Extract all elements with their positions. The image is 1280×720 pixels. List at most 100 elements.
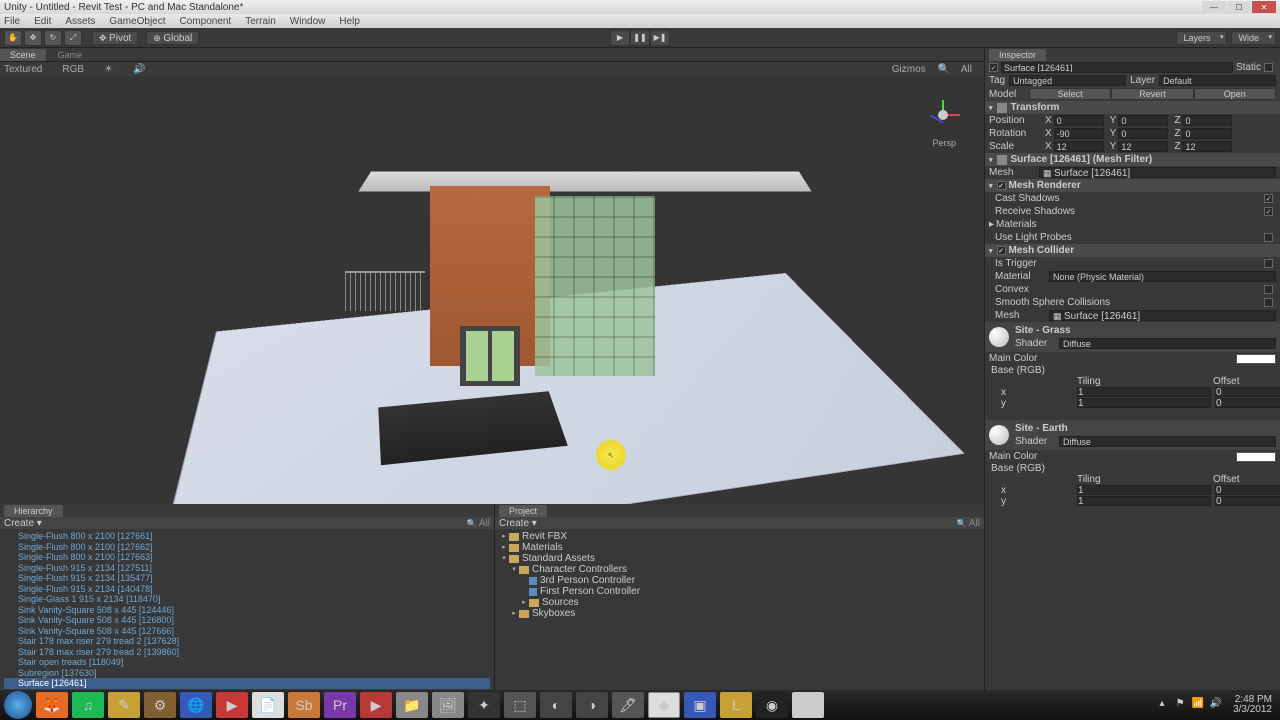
close-button[interactable]: ✕ xyxy=(1252,1,1276,13)
tiling-x-field[interactable] xyxy=(1077,485,1211,495)
app-icon[interactable]: 📄 xyxy=(252,692,284,718)
tiling-y-field[interactable] xyxy=(1077,496,1211,506)
play-button[interactable]: ▶ xyxy=(610,30,630,46)
tiling-y-field[interactable] xyxy=(1077,398,1211,408)
mesh-field[interactable]: ▦ Surface [126461] xyxy=(1039,167,1276,178)
list-item[interactable]: Sink Vanity-Square 508 x 445 [124446] xyxy=(4,605,490,616)
cast-shadows-checkbox[interactable] xyxy=(1264,194,1273,203)
tree-item[interactable]: First Person Controller xyxy=(499,586,980,597)
static-checkbox[interactable] xyxy=(1264,63,1273,72)
list-item-selected[interactable]: Surface [126461] xyxy=(4,678,490,689)
hierarchy-search[interactable]: 🔍 All xyxy=(467,518,490,529)
list-item[interactable]: Single-Glass 1 915 x 2134 [118470] xyxy=(4,594,490,605)
menu-gameobject[interactable]: GameObject xyxy=(109,16,165,27)
hand-tool-icon[interactable]: ✋ xyxy=(4,30,22,46)
hierarchy-create[interactable]: Create ▾ xyxy=(4,518,42,529)
tree-item[interactable]: ▸Materials xyxy=(499,542,980,553)
app-icon[interactable]: ✦ xyxy=(468,692,500,718)
rot-z-field[interactable] xyxy=(1182,128,1232,139)
mesh-renderer-header[interactable]: ▾Mesh Renderer xyxy=(985,179,1280,192)
move-tool-icon[interactable]: ✥ xyxy=(24,30,42,46)
menu-file[interactable]: File xyxy=(4,16,20,27)
transform-header[interactable]: ▾Transform xyxy=(985,101,1280,114)
collider-enable-checkbox[interactable] xyxy=(997,246,1006,255)
is-trigger-checkbox[interactable] xyxy=(1264,259,1273,268)
scene-light-icon[interactable]: ☀ xyxy=(104,64,113,75)
app-icon[interactable]: ◐ xyxy=(540,692,572,718)
list-item[interactable]: Stair 178 max riser 279 tread 2 [137628] xyxy=(4,636,490,647)
list-item[interactable]: Single-Flush 800 x 2100 [127663] xyxy=(4,552,490,563)
list-item[interactable]: Single-Flush 800 x 2100 [127661] xyxy=(4,531,490,542)
physic-material-field[interactable]: None (Physic Material) xyxy=(1049,271,1276,282)
open-button[interactable]: Open xyxy=(1194,88,1276,100)
mesh-filter-header[interactable]: ▾Surface [126461] (Mesh Filter) xyxy=(985,153,1280,166)
layers-dropdown[interactable]: Layers xyxy=(1176,31,1227,45)
app-icon[interactable]: Sb xyxy=(288,692,320,718)
list-item[interactable]: Sink Vanity-Square 508 x 445 [126800] xyxy=(4,615,490,626)
tree-item[interactable]: ▾Character Controllers xyxy=(499,564,980,575)
layer-dropdown[interactable]: Default xyxy=(1159,75,1276,86)
project-create[interactable]: Create ▾ xyxy=(499,518,537,529)
app-icon[interactable]: ▶ xyxy=(360,692,392,718)
tab-scene[interactable]: Scene xyxy=(0,49,46,61)
offset-y-field[interactable] xyxy=(1215,398,1280,408)
tab-game[interactable]: Game xyxy=(48,49,93,61)
firefox-icon[interactable]: 🦊 xyxy=(36,692,68,718)
main-color-swatch[interactable] xyxy=(1236,452,1276,462)
start-button[interactable] xyxy=(4,691,32,719)
app-icon[interactable]: ◑ xyxy=(576,692,608,718)
app-icon[interactable]: ◉ xyxy=(792,692,824,718)
unity-icon[interactable]: ◆ xyxy=(648,692,680,718)
collider-mesh-field[interactable]: ▦ Surface [126461] xyxy=(1049,310,1276,321)
flag-icon[interactable]: ⚑ xyxy=(1173,698,1187,712)
menu-window[interactable]: Window xyxy=(290,16,326,27)
global-toggle[interactable]: ⊕ Global xyxy=(146,31,199,45)
rot-y-field[interactable] xyxy=(1118,128,1168,139)
tree-item[interactable]: 3rd Person Controller xyxy=(499,575,980,586)
offset-x-field[interactable] xyxy=(1215,485,1280,495)
pivot-toggle[interactable]: ✥ Pivot xyxy=(92,31,138,45)
project-tab[interactable]: Project xyxy=(499,505,547,517)
tray-up-icon[interactable]: ▴ xyxy=(1155,698,1169,712)
menu-terrain[interactable]: Terrain xyxy=(245,16,276,27)
hierarchy-list[interactable]: Single-Flush 800 x 2100 [127661] Single-… xyxy=(0,529,494,696)
light-probes-checkbox[interactable] xyxy=(1264,233,1273,242)
object-name-field[interactable] xyxy=(1001,62,1233,73)
step-button[interactable]: ▶❚ xyxy=(650,30,670,46)
maximize-button[interactable]: ☐ xyxy=(1227,1,1251,13)
app-icon[interactable]: 🌐 xyxy=(180,692,212,718)
pos-z-field[interactable] xyxy=(1182,115,1232,126)
scene-viewport[interactable]: Persp ↖ xyxy=(0,76,984,504)
revert-button[interactable]: Revert xyxy=(1111,88,1193,100)
network-icon[interactable]: 📶 xyxy=(1191,698,1205,712)
menu-component[interactable]: Component xyxy=(180,16,232,27)
clock[interactable]: 2:48 PM 3/3/2012 xyxy=(1233,695,1272,715)
offset-y-field[interactable] xyxy=(1215,496,1280,506)
volume-icon[interactable]: 🔊 xyxy=(1209,698,1223,712)
app-icon[interactable]: ✎ xyxy=(108,692,140,718)
list-item[interactable]: Subregion [137630] xyxy=(4,668,490,679)
shader-dropdown[interactable]: Diffuse xyxy=(1059,436,1276,447)
tree-item[interactable]: ▸Skyboxes xyxy=(499,608,980,619)
main-color-swatch[interactable] xyxy=(1236,354,1276,364)
steam-icon[interactable]: ◉ xyxy=(756,692,788,718)
list-item[interactable]: Single-Flush 800 x 2100 [127662] xyxy=(4,542,490,553)
app-icon[interactable]: L xyxy=(720,692,752,718)
app-icon[interactable]: ▶ xyxy=(216,692,248,718)
list-item[interactable]: Stair open treads [118049] xyxy=(4,657,490,668)
tree-item[interactable]: ▸Sources xyxy=(499,597,980,608)
spotify-icon[interactable]: ♫ xyxy=(72,692,104,718)
scl-x-field[interactable] xyxy=(1054,141,1104,152)
inspector-tab[interactable]: Inspector xyxy=(989,49,1046,61)
mesh-collider-header[interactable]: ▾Mesh Collider xyxy=(985,244,1280,257)
smooth-sphere-checkbox[interactable] xyxy=(1264,298,1273,307)
list-item[interactable]: Single-Flush 915 x 2134 [127511] xyxy=(4,563,490,574)
app-icon[interactable]: ▣ xyxy=(684,692,716,718)
app-icon[interactable]: 🖼 xyxy=(432,692,464,718)
tiling-x-field[interactable] xyxy=(1077,387,1211,397)
scene-search[interactable]: 🔍 All xyxy=(938,64,976,75)
receive-shadows-checkbox[interactable] xyxy=(1264,207,1273,216)
tree-item[interactable]: ▸Revit FBX xyxy=(499,531,980,542)
list-item[interactable]: Single-Flush 915 x 2134 [135477] xyxy=(4,573,490,584)
list-item[interactable]: Single-Flush 915 x 2134 [140478] xyxy=(4,584,490,595)
